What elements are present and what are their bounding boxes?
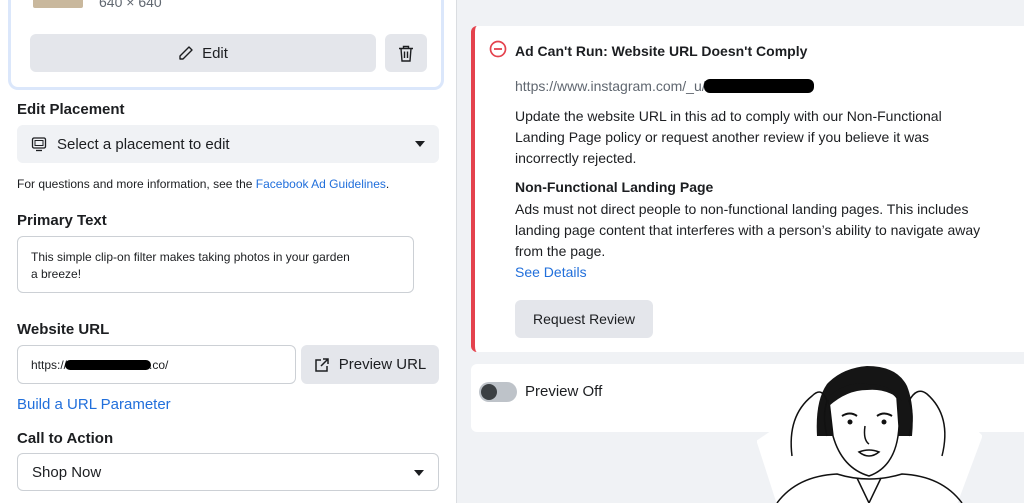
primary-text-input[interactable]: This simple clip-on filter makes taking …: [17, 236, 414, 293]
trash-icon: [399, 45, 413, 62]
call-to-action-value: Shop Now: [32, 463, 102, 481]
edit-media-button[interactable]: Edit: [30, 34, 376, 72]
request-review-button[interactable]: Request Review: [515, 300, 653, 338]
alert-message-line: Update the website URL in this ad to com…: [515, 108, 942, 124]
policy-line: from the page.: [515, 243, 606, 259]
policy-description: Ads must not direct people to non-functi…: [515, 199, 1024, 262]
preview-toggle-label: Preview Off: [525, 383, 603, 400]
delete-media-button[interactable]: [385, 34, 427, 72]
preview-toggle[interactable]: [479, 382, 517, 402]
ad-preview-panel: Ad Can't Run: Website URL Doesn't Comply…: [456, 0, 1024, 503]
url-suffix: .co/: [149, 357, 169, 372]
guidelines-prefix: For questions and more information, see …: [17, 177, 256, 191]
ad-guidelines-link[interactable]: Facebook Ad Guidelines: [256, 177, 386, 191]
build-url-parameter-link[interactable]: Build a URL Parameter: [17, 396, 171, 413]
pencil-icon: [179, 46, 193, 60]
caret-down-icon: [415, 141, 425, 147]
call-to-action-select[interactable]: Shop Now: [17, 453, 439, 491]
website-url-heading: Website URL: [17, 321, 110, 338]
primary-text-heading: Primary Text: [17, 212, 107, 229]
policy-line: Ads must not direct people to non-functi…: [515, 201, 969, 217]
edit-media-label: Edit: [202, 44, 228, 62]
minus-circle-icon: [489, 40, 507, 58]
website-url-input[interactable]: https:// .co/: [17, 345, 296, 384]
ad-editor-panel: 640 × 640 Edit Edit Placement Select a p…: [0, 0, 456, 503]
media-dimensions: 640 × 640: [99, 0, 162, 10]
placement-select-value: Select a placement to edit: [57, 135, 230, 153]
preview-url-label: Preview URL: [338, 356, 427, 373]
alert-message-line: Landing Page policy or request another r…: [515, 129, 930, 145]
toggle-knob: [481, 384, 497, 400]
edit-placement-heading: Edit Placement: [17, 101, 125, 118]
rejection-alert: Ad Can't Run: Website URL Doesn't Comply…: [471, 26, 1024, 352]
alert-message: Update the website URL in this ad to com…: [515, 106, 1020, 169]
guidelines-note: For questions and more information, see …: [17, 177, 389, 191]
url-prefix: https://: [31, 357, 68, 372]
primary-text-line: This simple clip-on filter makes taking …: [31, 250, 350, 264]
call-to-action-heading: Call to Action: [17, 430, 114, 447]
policy-title: Non-Functional Landing Page: [515, 179, 714, 195]
rejected-url: https://www.instagram.com/_u/: [515, 78, 814, 94]
external-link-icon: [314, 357, 329, 372]
rejected-url-prefix: https://www.instagram.com/_u/: [515, 78, 706, 94]
guidelines-suffix: .: [385, 177, 390, 191]
frustrated-face-drawing: [757, 365, 982, 503]
see-details-link[interactable]: See Details: [515, 264, 587, 280]
monitor-icon: [31, 137, 47, 152]
caret-down-icon: [414, 470, 424, 476]
alert-title: Ad Can't Run: Website URL Doesn't Comply: [515, 43, 808, 59]
placement-select[interactable]: Select a placement to edit: [17, 125, 439, 163]
alert-message-line: incorrectly rejected.: [515, 150, 637, 166]
redaction-mark: [703, 79, 814, 93]
media-thumbnail: [33, 0, 83, 8]
media-card: 640 × 640 Edit: [8, 0, 444, 90]
redaction-mark: [65, 359, 152, 370]
preview-url-button[interactable]: Preview URL: [301, 345, 439, 384]
policy-line: landing page content that interferes wit…: [515, 222, 981, 238]
primary-text-line: a breeze!: [31, 267, 82, 281]
